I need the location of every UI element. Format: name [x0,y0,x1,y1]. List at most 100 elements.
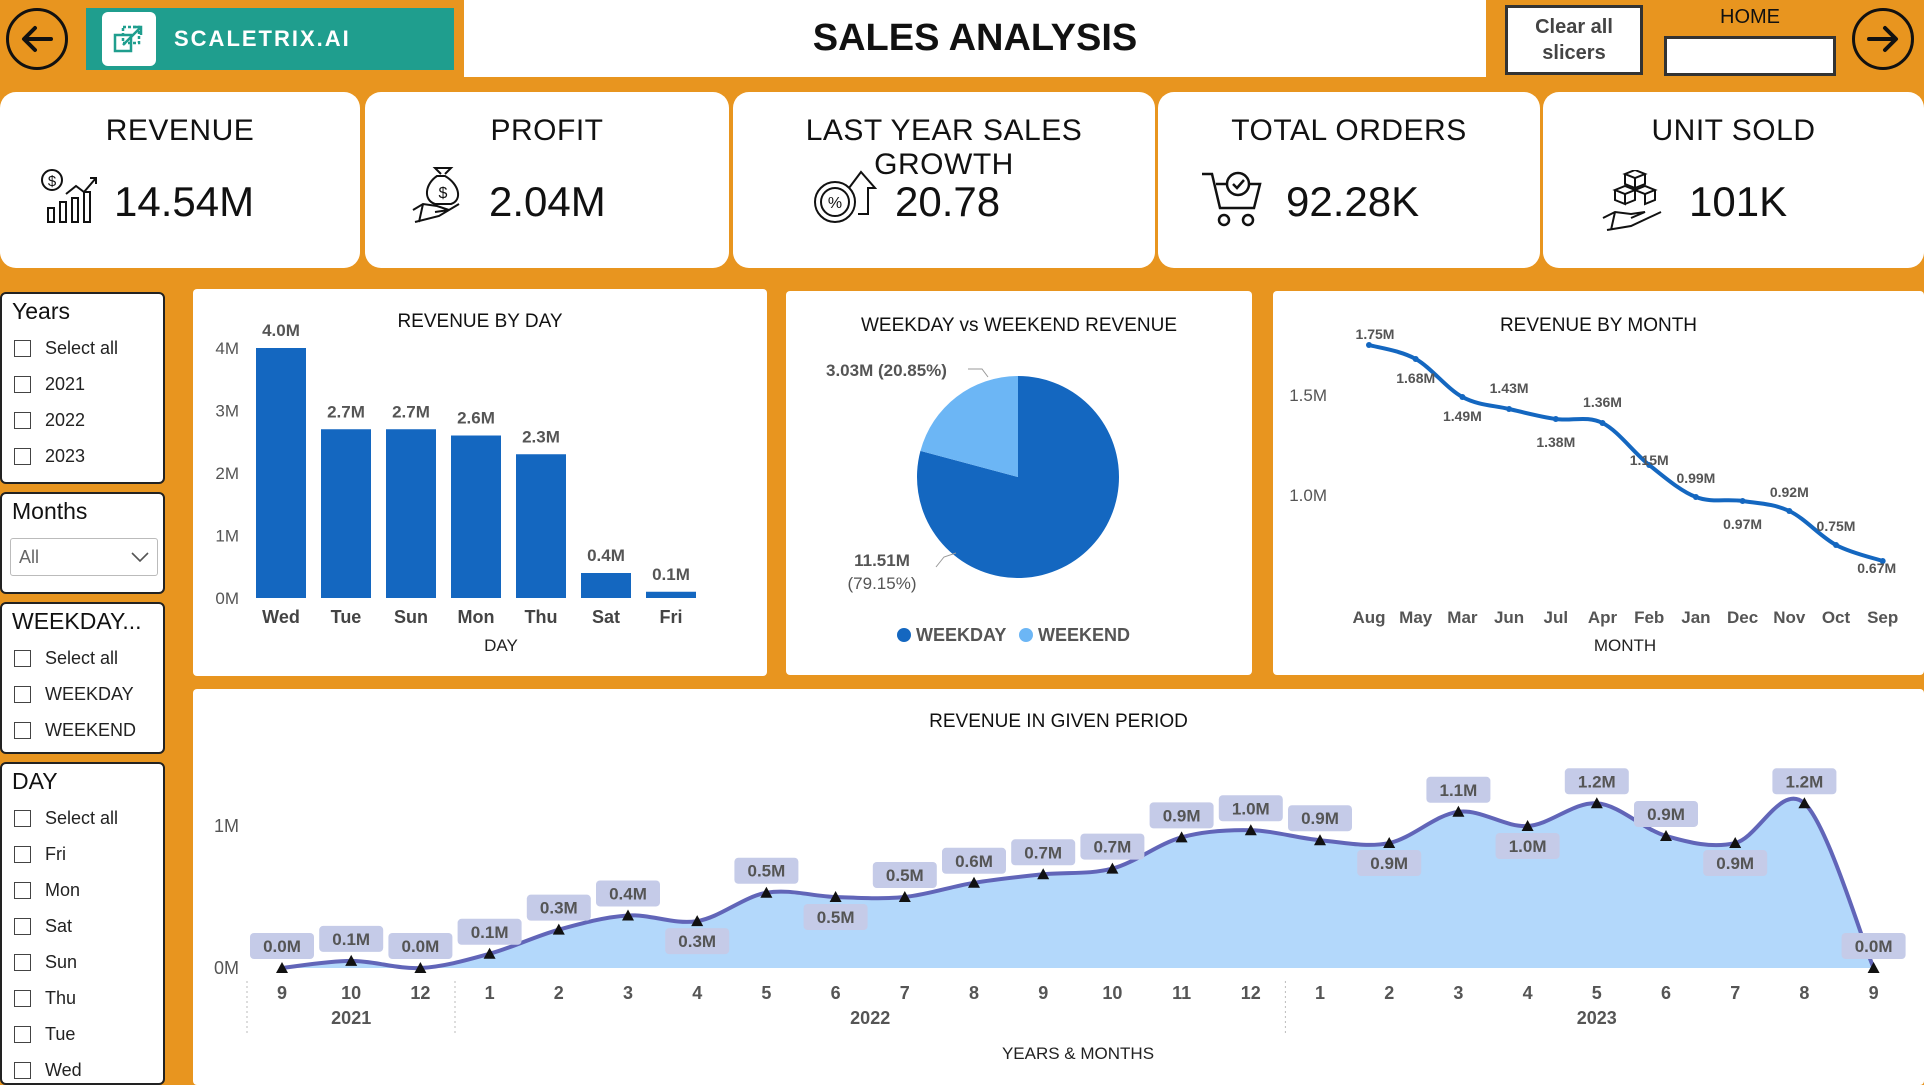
data-label: 0.9M [1647,805,1685,824]
option-label: 2021 [45,374,86,394]
checkbox[interactable] [14,990,31,1007]
checkbox[interactable] [14,1062,31,1079]
data-label: 4.0M [262,321,300,340]
x-tick-label: 5 [761,983,771,1003]
x-tick-label: 11 [1172,983,1191,1003]
years-option-2021[interactable]: 2021 [14,374,85,395]
data-point [1692,494,1699,500]
kpi-value: 92.28K [1286,178,1420,225]
checkbox[interactable] [14,448,31,465]
x-tick-label: 9 [277,983,287,1003]
weekday-option-weekend[interactable]: WEEKEND [14,720,136,741]
data-label: 0.4M [609,884,647,903]
option-label: WEEKEND [45,720,137,740]
y-tick-label: 0M [214,958,239,978]
data-label: 0.0M [402,937,440,956]
x-tick-label: 12 [410,983,430,1003]
slicer-title: Months [12,498,88,524]
option-label: Tue [45,1024,76,1044]
legend-marker-weekend [1019,628,1033,642]
checkbox[interactable] [14,1026,31,1043]
day-option-thu[interactable]: Thu [14,988,76,1009]
kpi-title: REVENUE [105,114,255,147]
data-label: 0.9M [1370,854,1408,873]
x-tick-label: 7 [900,983,910,1003]
data-label: 2.7M [327,402,365,421]
checkbox[interactable] [14,340,31,357]
kpi-card-profit: PROFIT $ 2.04M [365,92,729,268]
kpi-card-units: UNIT SOLD 101K [1543,92,1924,268]
bar-sun [386,429,436,598]
x-tick-label: 4 [692,983,702,1003]
day-option-sun[interactable]: Sun [14,952,77,973]
checkbox[interactable] [14,412,31,429]
data-label: 0.7M [1024,843,1062,862]
year-label: 2022 [850,1008,890,1028]
day-option-mon[interactable]: Mon [14,880,80,901]
revenue-period-chart: 0M1M0.0M90.1M100.0M120.1M10.3M20.4M30.3M… [214,768,1906,1063]
leader-line [968,368,989,378]
option-label: 2023 [45,446,86,466]
years-option-2022[interactable]: 2022 [14,410,85,431]
arrow-left-icon [22,26,53,52]
checkbox[interactable] [14,918,31,935]
day-option-sat[interactable]: Sat [14,916,72,937]
data-label: 0.3M [678,932,716,951]
checkbox[interactable] [14,954,31,971]
data-label: 0.5M [886,866,924,885]
data-point [1506,406,1513,412]
x-tick-label: Oct [1822,608,1851,627]
x-tick-label: Tue [331,607,362,627]
x-tick-label: Jul [1544,608,1569,627]
x-tick-label: 1 [485,983,495,1003]
x-tick-label: 9 [1038,983,1048,1003]
x-tick-label: 7 [1730,983,1740,1003]
y-tick-label: 1M [215,527,239,546]
checkbox[interactable] [14,882,31,899]
slicer-title: WEEKDAY... [12,608,142,634]
y-tick-label: 4M [215,339,239,358]
day-option-wed[interactable]: Wed [14,1060,82,1081]
day-option-fri[interactable]: Fri [14,844,66,865]
data-label: 0.7M [1094,838,1132,857]
data-label: 1.1M [1440,781,1478,800]
x-tick-label: 4 [1523,983,1533,1003]
x-tick-label: Apr [1588,608,1618,627]
x-tick-label: Thu [525,607,558,627]
data-label: 2.3M [522,427,560,446]
kpi-value: 20.78 [895,178,1001,225]
months-dropdown[interactable]: All [10,538,158,576]
y-tick-label: 0M [215,589,239,608]
year-label: 2021 [331,1008,371,1028]
weekday-option-weekday[interactable]: WEEKDAY [14,684,134,705]
checkbox[interactable] [14,846,31,863]
revenue-period-panel: REVENUE IN GIVEN PERIOD 0M 1M 0.0M 9 0.1M 10 0… [193,689,1924,1085]
checkbox[interactable] [14,722,31,739]
years-option-select-all[interactable]: Select all [14,338,118,359]
back-button[interactable] [6,8,68,70]
home-label: HOME [1720,6,1780,28]
option-label: Select all [45,338,119,358]
data-label: 0.97M [1723,516,1762,532]
x-tick-label: Sep [1867,608,1898,627]
checkbox[interactable] [14,686,31,703]
checkbox[interactable] [14,650,31,667]
checkbox[interactable] [14,810,31,827]
bar-thu [516,454,566,598]
years-option-2023[interactable]: 2023 [14,446,85,467]
home-button[interactable] [1664,36,1836,76]
kpi-title: TOTAL ORDERS [1231,114,1467,147]
checkbox[interactable] [14,376,31,393]
day-option-select-all[interactable]: Select all [14,808,118,829]
x-tick-label: Nov [1773,608,1806,627]
clear-slicers-button[interactable]: Clear all slicers [1505,5,1643,75]
chevron-down-icon [131,552,149,562]
revenue-by-month-chart: 1.0M 1.5M 1.75M Aug 1.68M May 1.49M Mar 1.43M Jun… [1289,326,1898,655]
dropdown-value: All [19,546,40,567]
x-tick-label: 10 [341,983,361,1003]
day-option-tue[interactable]: Tue [14,1024,75,1045]
forward-button[interactable] [1852,8,1914,70]
x-tick-label: Feb [1634,608,1664,627]
option-label: 2022 [45,410,86,430]
weekday-option-select-all[interactable]: Select all [14,648,118,669]
